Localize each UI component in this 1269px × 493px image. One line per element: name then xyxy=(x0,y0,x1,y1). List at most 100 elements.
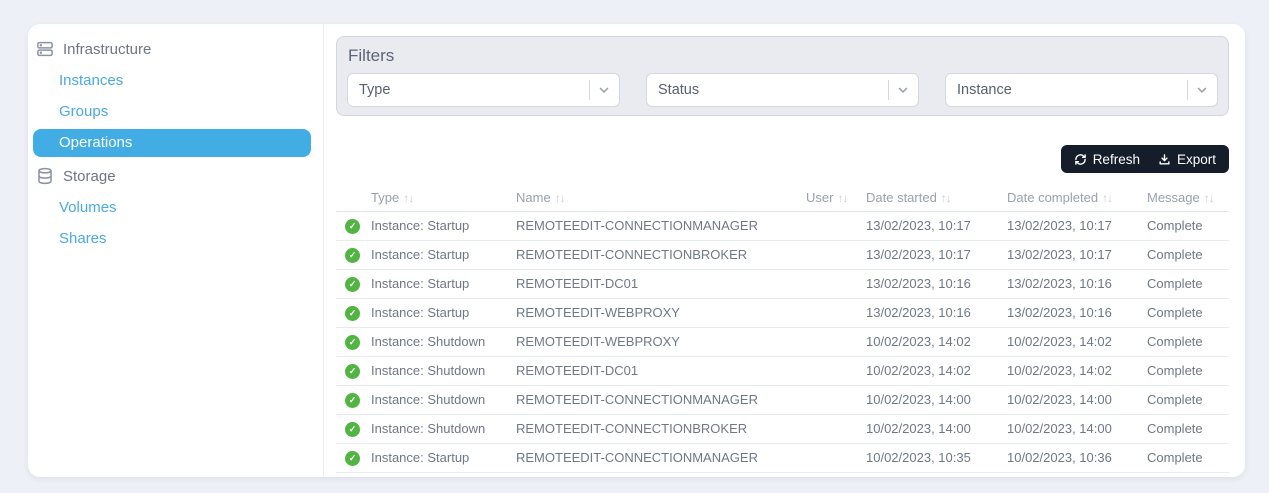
date-completed-cell: 13/02/2023, 10:16 xyxy=(1007,298,1147,327)
filters-title: Filters xyxy=(348,46,1218,66)
sidebar-item-operations[interactable]: Operations xyxy=(33,129,311,157)
sidebar-section-label: Infrastructure xyxy=(63,41,151,58)
refresh-button-label: Refresh xyxy=(1093,152,1140,167)
sidebar-item-volumes[interactable]: Volumes xyxy=(33,194,311,222)
date-started-cell: 10/02/2023, 14:00 xyxy=(866,385,1007,414)
chevron-down-icon xyxy=(1195,83,1209,97)
sidebar-section-storage: Storage Volumes Shares xyxy=(33,161,311,253)
message-cell: Complete xyxy=(1147,443,1229,472)
sidebar-item-groups[interactable]: Groups xyxy=(33,98,311,126)
main-content: Filters Type Status Instan xyxy=(324,24,1245,477)
column-header-label: Date started xyxy=(866,190,937,205)
type-cell: Instance: Shutdown xyxy=(371,327,516,356)
column-header-label: Message xyxy=(1147,190,1200,205)
success-check-icon: ✓ xyxy=(345,364,360,379)
status-filter-select[interactable]: Status xyxy=(646,73,919,107)
column-header-message[interactable]: Message ↑↓ xyxy=(1147,185,1229,211)
refresh-button[interactable]: Refresh xyxy=(1065,145,1149,173)
content-card: Infrastructure Instances Groups Operatio… xyxy=(28,24,1245,477)
date-started-cell: 13/02/2023, 10:17 xyxy=(866,211,1007,240)
column-header-date-completed[interactable]: Date completed↑↓ xyxy=(1007,185,1147,211)
column-header-label: Date completed xyxy=(1007,190,1098,205)
type-cell: Instance: Shutdown xyxy=(371,414,516,443)
status-cell: ✓ xyxy=(336,356,371,385)
name-cell: REMOTEEDIT-WEBPROXY xyxy=(516,327,806,356)
column-header-date-started[interactable]: Date started ↑↓ xyxy=(866,185,1007,211)
column-header-label: User xyxy=(806,190,833,205)
name-cell: REMOTEEDIT-DC01 xyxy=(516,356,806,385)
instance-filter-select[interactable]: Instance xyxy=(945,73,1218,107)
type-cell: Instance: Startup xyxy=(371,443,516,472)
message-cell: Complete xyxy=(1147,211,1229,240)
success-check-icon: ✓ xyxy=(345,248,360,263)
date-completed-cell: 13/02/2023, 10:17 xyxy=(1007,211,1147,240)
name-cell: REMOTEEDIT-WEBPROXY xyxy=(516,298,806,327)
date-started-cell: 10/02/2023, 14:02 xyxy=(866,327,1007,356)
sidebar-item-instances[interactable]: Instances xyxy=(33,67,311,95)
status-cell: ✓ xyxy=(336,385,371,414)
success-check-icon: ✓ xyxy=(345,422,360,437)
database-icon xyxy=(36,167,54,185)
status-cell: ✓ xyxy=(336,443,371,472)
sort-arrows-icon: ↑↓ xyxy=(941,191,951,205)
message-cell: Complete xyxy=(1147,385,1229,414)
export-button[interactable]: Export xyxy=(1149,145,1225,173)
chevron-down-icon xyxy=(896,83,910,97)
column-header-type[interactable]: Type ↑↓ xyxy=(371,185,516,211)
sidebar-section-header-storage: Storage xyxy=(33,161,311,191)
date-completed-cell: 10/02/2023, 14:00 xyxy=(1007,385,1147,414)
name-cell: REMOTEEDIT-CONNECTIONMANAGER xyxy=(516,385,806,414)
table-row: ✓Instance: StartupREMOTEEDIT-WEBPROXY13/… xyxy=(336,298,1229,327)
column-header-label: Type xyxy=(371,190,399,205)
success-check-icon: ✓ xyxy=(345,451,360,466)
message-cell: Complete xyxy=(1147,269,1229,298)
name-cell: REMOTEEDIT-DC01 xyxy=(516,269,806,298)
name-cell: REMOTEEDIT-CONNECTIONBROKER xyxy=(516,414,806,443)
table-row: ✓ Instance: ShutdownREMOTEEDIT-CONNECTION… xyxy=(336,414,1229,443)
message-cell: Complete xyxy=(1147,356,1229,385)
success-check-icon: ✓ xyxy=(345,306,360,321)
success-check-icon: ✓ xyxy=(345,393,360,408)
user-cell xyxy=(806,327,866,356)
status-cell: ✓ xyxy=(336,240,371,269)
filters-panel: Filters Type Status Instan xyxy=(336,36,1229,116)
export-button-label: Export xyxy=(1177,152,1216,167)
sidebar: Infrastructure Instances Groups Operatio… xyxy=(28,24,324,477)
date-completed-cell: 13/02/2023, 10:16 xyxy=(1007,269,1147,298)
sort-arrows-icon: ↑↓ xyxy=(1204,191,1214,205)
type-filter-value: Type xyxy=(359,82,589,98)
status-cell: ✓ xyxy=(336,211,371,240)
message-cell: Complete xyxy=(1147,327,1229,356)
user-cell xyxy=(806,240,866,269)
column-header-user[interactable]: User ↑↓ xyxy=(806,185,866,211)
status-cell: ✓ xyxy=(336,414,371,443)
column-header-name[interactable]: Name ↑↓ xyxy=(516,185,806,211)
column-header-label: Name xyxy=(516,190,551,205)
sort-arrows-icon: ↑↓ xyxy=(403,191,413,205)
table-row: ✓Instance: StartupREMOTEEDIT-DC0113/02/2… xyxy=(336,269,1229,298)
sort-arrows-icon: ↑↓ xyxy=(555,191,565,205)
type-cell: Instance: Shutdown xyxy=(371,385,516,414)
table-row: ✓Instance: StartupREMOTEEDIT-CONNECTIONM… xyxy=(336,443,1229,472)
sidebar-item-shares[interactable]: Shares xyxy=(33,225,311,253)
chevron-down-icon xyxy=(597,83,611,97)
type-cell: Instance: Startup xyxy=(371,269,516,298)
table-row: ✓ Instance: ShutdownREMOTEEDIT-WEBPROXY 10… xyxy=(336,327,1229,356)
table-row: ✓ Instance: StartupREMOTEEDIT-CONNECTIONM… xyxy=(336,211,1229,240)
date-started-cell: 10/02/2023, 14:00 xyxy=(866,414,1007,443)
success-check-icon: ✓ xyxy=(345,335,360,350)
type-filter-select[interactable]: Type xyxy=(347,73,620,107)
success-check-icon: ✓ xyxy=(345,219,360,234)
sidebar-section-infrastructure: Infrastructure Instances Groups Operatio… xyxy=(33,34,311,157)
date-started-cell: 10/02/2023, 10:35 xyxy=(866,443,1007,472)
date-started-cell: 13/02/2023, 10:16 xyxy=(866,298,1007,327)
sort-arrows-icon: ↑↓ xyxy=(837,191,847,205)
toolbar-row: Refresh Export xyxy=(336,145,1229,173)
name-cell: REMOTEEDIT-CONNECTIONMANAGER xyxy=(516,211,806,240)
user-cell xyxy=(806,269,866,298)
date-completed-cell: 13/02/2023, 10:17 xyxy=(1007,240,1147,269)
select-divider xyxy=(1187,80,1188,100)
type-cell: Instance: Startup xyxy=(371,211,516,240)
user-cell xyxy=(806,443,866,472)
select-divider xyxy=(589,80,590,100)
